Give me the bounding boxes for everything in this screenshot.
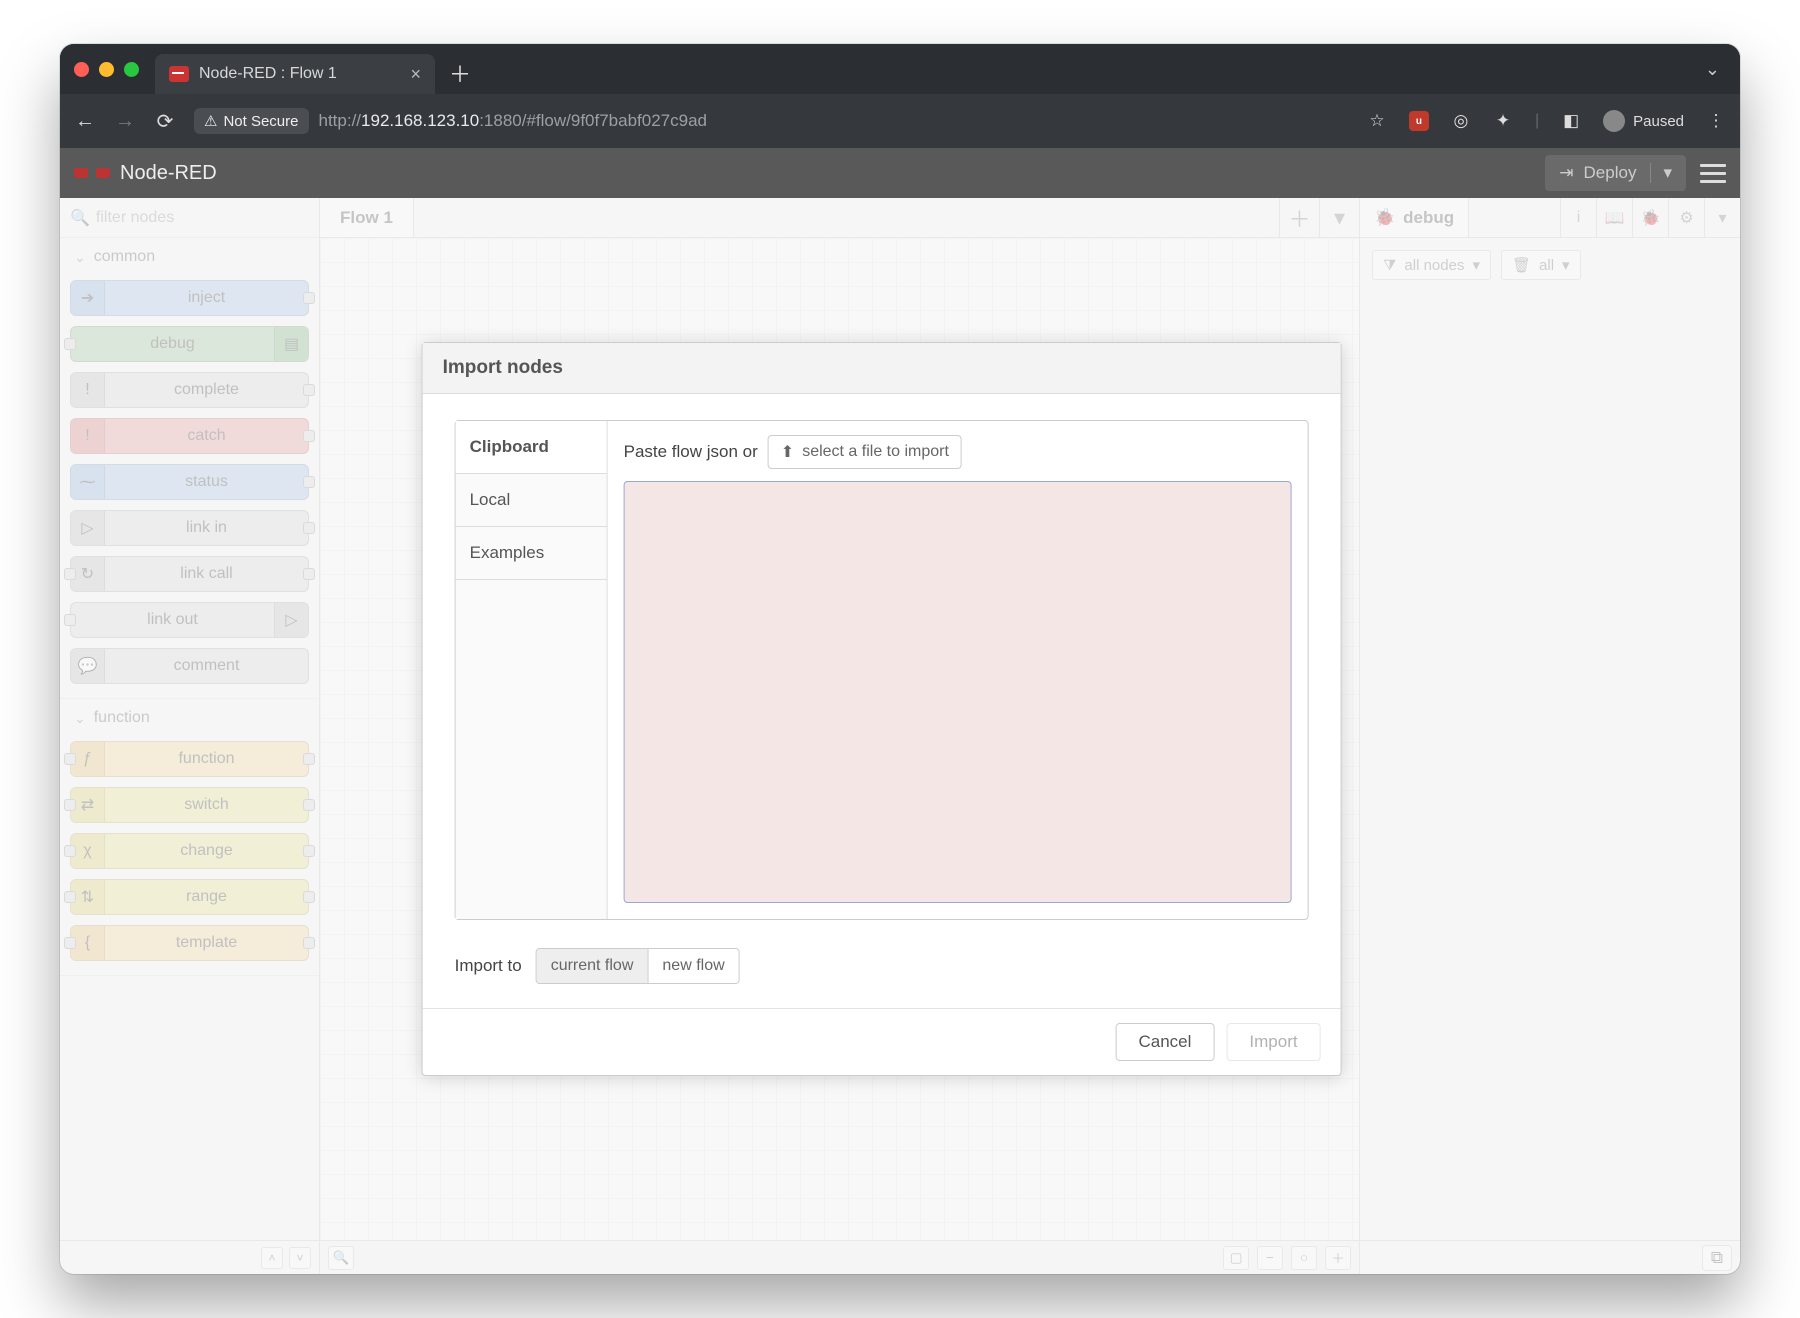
import-target-new[interactable]: new flow xyxy=(648,949,738,983)
browser-tab[interactable]: Node-RED : Flow 1 × xyxy=(155,54,435,94)
url-text: http://192.168.123.10:1880/#flow/9f0f7ba… xyxy=(319,111,708,131)
browser-menu-icon[interactable]: ⋮ xyxy=(1706,111,1726,131)
extensions-puzzle-icon[interactable]: ✦ xyxy=(1493,111,1513,131)
close-window[interactable] xyxy=(74,62,89,77)
import-target-current[interactable]: current flow xyxy=(537,949,649,983)
forward-button[interactable]: → xyxy=(114,110,136,133)
import-dialog: Import nodes Clipboard Local Examples Pa… xyxy=(422,342,1342,1076)
maximize-window[interactable] xyxy=(124,62,139,77)
import-source-clipboard[interactable]: Clipboard xyxy=(456,421,607,474)
paste-label: Paste flow json or xyxy=(624,442,758,462)
back-button[interactable]: ← xyxy=(74,110,96,133)
profile-button[interactable]: Paused xyxy=(1603,110,1684,132)
import-source-examples[interactable]: Examples xyxy=(456,527,607,580)
deploy-button[interactable]: ⇥ Deploy ▾ xyxy=(1545,155,1686,191)
ublock-extension-icon[interactable]: u xyxy=(1409,111,1429,131)
minimize-window[interactable] xyxy=(99,62,114,77)
select-file-button[interactable]: ⬆ select a file to import xyxy=(768,435,962,469)
reload-button[interactable]: ⟳ xyxy=(154,109,176,134)
avatar-icon xyxy=(1603,110,1625,132)
tab-overflow-icon[interactable]: ⌄ xyxy=(1705,59,1720,80)
nodered-logo-icon xyxy=(74,164,110,182)
address-bar[interactable]: ⚠ Not Secure http://192.168.123.10:1880/… xyxy=(194,103,1349,139)
upload-icon: ⬆ xyxy=(781,442,794,462)
deploy-caret-icon[interactable]: ▾ xyxy=(1650,163,1672,183)
extension-icon[interactable]: ◎ xyxy=(1451,111,1471,131)
import-target-segment: current flow new flow xyxy=(536,948,740,984)
import-json-textarea[interactable] xyxy=(624,481,1292,903)
new-tab-button[interactable]: ＋ xyxy=(449,57,471,89)
browser-titlebar: Node-RED : Flow 1 × ＋ ⌄ xyxy=(60,44,1740,94)
app-title: Node-RED xyxy=(120,162,217,185)
import-button[interactable]: Import xyxy=(1226,1023,1320,1061)
deploy-icon: ⇥ xyxy=(1559,163,1573,183)
tab-close-icon[interactable]: × xyxy=(410,64,421,85)
bookmark-star-icon[interactable]: ☆ xyxy=(1367,111,1387,131)
main-menu-button[interactable] xyxy=(1700,159,1726,188)
window-controls xyxy=(74,62,139,77)
browser-toolbar: ← → ⟳ ⚠ Not Secure http://192.168.123.10… xyxy=(60,94,1740,148)
deploy-label: Deploy xyxy=(1584,163,1637,183)
cancel-button[interactable]: Cancel xyxy=(1115,1023,1214,1061)
security-badge[interactable]: ⚠ Not Secure xyxy=(194,108,309,134)
tab-title: Node-RED : Flow 1 xyxy=(199,65,337,83)
profile-paused-label: Paused xyxy=(1633,113,1684,130)
side-panel-icon[interactable]: ◧ xyxy=(1561,111,1581,131)
not-secure-label: Not Secure xyxy=(223,113,298,130)
warning-icon: ⚠ xyxy=(204,112,217,130)
app-root: Node-RED ⇥ Deploy ▾ 🔍 filter nodes xyxy=(60,148,1740,1274)
tab-favicon xyxy=(169,66,189,82)
import-source-local[interactable]: Local xyxy=(456,474,607,527)
dialog-title: Import nodes xyxy=(423,343,1341,394)
app-header: Node-RED ⇥ Deploy ▾ xyxy=(60,148,1740,198)
import-to-label: Import to xyxy=(455,956,522,976)
